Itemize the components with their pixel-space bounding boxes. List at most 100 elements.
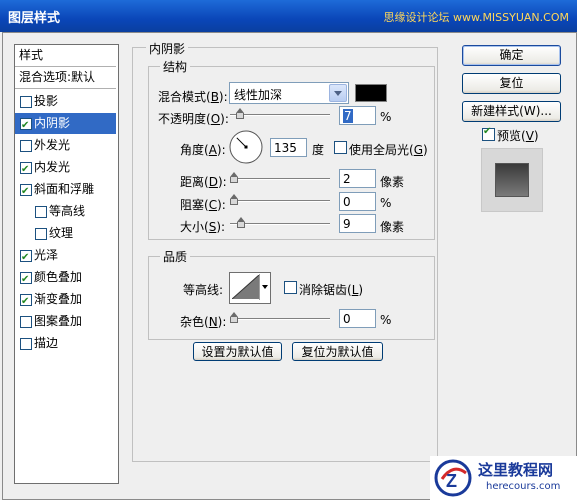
style-item-label: 描边 — [34, 336, 59, 350]
blend-mode-value: 线性加深 — [234, 88, 283, 102]
style-list-header-label: 样式 — [19, 48, 44, 62]
style-item-label: 斜面和浮雕 — [34, 182, 95, 196]
structure-title: 结构 — [160, 58, 191, 75]
style-item-label: 颜色叠加 — [34, 270, 83, 284]
opacity-slider[interactable] — [230, 108, 330, 122]
style-item-label: 图案叠加 — [34, 314, 83, 328]
style-item-checkbox[interactable] — [20, 269, 32, 290]
slider-track — [230, 114, 330, 116]
style-item[interactable]: 投影 — [15, 91, 116, 112]
style-item[interactable]: 内阴影 — [15, 113, 116, 136]
style-item-checkbox[interactable] — [20, 96, 32, 108]
chevron-down-icon[interactable] — [259, 274, 269, 300]
global-light-label[interactable]: 使用全局光(G) — [349, 141, 428, 158]
style-item-label: 纹理 — [49, 226, 74, 240]
size-label: 大小(S): — [180, 220, 226, 234]
opacity-label: 不透明度(O): — [158, 112, 229, 126]
style-item[interactable]: 斜面和浮雕 — [15, 179, 116, 202]
slider-track — [230, 200, 330, 202]
angle-unit: 度 — [312, 143, 325, 157]
slider-thumb[interactable] — [236, 108, 245, 119]
site-logo: Z 这里教程网 herecours.com — [430, 456, 577, 500]
layer-style-dialog: 图层样式 思缘设计论坛 www.MISSYUAN.COM 样式 混合选项:默认 … — [0, 0, 577, 500]
style-item-label: 外发光 — [34, 138, 71, 152]
slider-thumb[interactable] — [237, 217, 246, 228]
preview-label[interactable]: 预览(V) — [497, 127, 539, 144]
reset-default-button[interactable]: 复位为默认值 — [292, 342, 383, 361]
contour-label: 等高线: — [183, 283, 224, 297]
distance-label: 距离(D): — [180, 175, 227, 189]
style-list: 样式 混合选项:默认 投影内阴影外发光内发光斜面和浮雕等高线纹理光泽颜色叠加渐变… — [14, 44, 119, 484]
antialias-label[interactable]: 消除锯齿(L) — [299, 281, 363, 298]
preview-checkbox[interactable] — [482, 126, 495, 141]
style-item[interactable]: 颜色叠加 — [15, 267, 116, 290]
shadow-color-swatch[interactable] — [355, 84, 387, 102]
slider-thumb[interactable] — [230, 312, 239, 323]
watermark-text: 思缘设计论坛 www.MISSYUAN.COM — [383, 11, 569, 24]
logo-name: 这里教程网 — [478, 461, 554, 479]
style-item[interactable]: 纹理 — [15, 223, 116, 244]
set-default-button[interactable]: 设置为默认值 — [193, 342, 282, 361]
style-item-checkbox[interactable] — [35, 228, 47, 240]
noise-unit: % — [380, 313, 392, 327]
style-item[interactable]: 图案叠加 — [15, 311, 116, 332]
contour-picker[interactable] — [229, 272, 271, 304]
logo-url: herecours.com — [486, 481, 561, 492]
slider-thumb[interactable] — [230, 172, 239, 183]
contour-curve-icon — [232, 275, 259, 299]
window-title: 图层样式 — [8, 11, 61, 26]
blend-mode-select[interactable]: 线性加深 — [229, 82, 349, 104]
global-light-checkbox[interactable] — [334, 141, 347, 154]
title-bar[interactable]: 图层样式 思缘设计论坛 www.MISSYUAN.COM — [0, 0, 577, 32]
style-item-checkbox[interactable] — [20, 247, 32, 268]
blend-options-label: 混合选项:默认 — [19, 70, 96, 84]
style-item-checkbox[interactable] — [20, 291, 32, 312]
noise-input[interactable]: 0 — [339, 309, 376, 328]
style-item-label: 内发光 — [34, 160, 71, 174]
style-item[interactable]: 光泽 — [15, 245, 116, 268]
blend-mode-label: 混合模式(B): — [158, 90, 228, 104]
chevron-down-icon[interactable] — [329, 84, 347, 102]
new-style-button[interactable]: 新建样式(W)... — [462, 101, 561, 122]
style-item-label: 内阴影 — [34, 116, 71, 130]
style-item-label: 光泽 — [34, 248, 59, 262]
style-item-checkbox[interactable] — [20, 181, 32, 202]
blend-options-item[interactable]: 混合选项:默认 — [15, 67, 116, 89]
style-item-checkbox[interactable] — [20, 338, 32, 350]
style-item-checkbox[interactable] — [20, 115, 32, 136]
style-list-header[interactable]: 样式 — [15, 45, 116, 67]
style-item-label: 等高线 — [49, 204, 86, 218]
choke-unit: % — [380, 196, 392, 210]
noise-slider[interactable] — [230, 312, 330, 326]
ok-button[interactable]: 确定 — [462, 45, 561, 66]
choke-label: 阻塞(C): — [180, 198, 226, 212]
slider-track — [230, 178, 330, 180]
quality-title: 品质 — [160, 248, 191, 265]
style-item[interactable]: 等高线 — [15, 201, 116, 222]
style-item[interactable]: 渐变叠加 — [15, 289, 116, 312]
opacity-input[interactable]: 7 — [339, 106, 376, 125]
style-item-checkbox[interactable] — [35, 206, 47, 218]
style-item[interactable]: 内发光 — [15, 157, 116, 180]
style-item-label: 投影 — [34, 94, 59, 108]
noise-label: 杂色(N): — [180, 315, 227, 329]
distance-slider[interactable] — [230, 172, 330, 186]
style-item-checkbox[interactable] — [20, 316, 32, 328]
size-input[interactable]: 9 — [339, 214, 376, 233]
style-item[interactable]: 描边 — [15, 333, 116, 354]
style-item[interactable]: 外发光 — [15, 135, 116, 156]
choke-slider[interactable] — [230, 194, 330, 208]
style-item-checkbox[interactable] — [20, 140, 32, 152]
angle-dial[interactable] — [228, 129, 264, 165]
slider-track — [230, 318, 330, 320]
size-slider[interactable] — [230, 217, 330, 231]
slider-thumb[interactable] — [230, 194, 239, 205]
angle-input[interactable]: 135 — [270, 138, 307, 157]
choke-input[interactable]: 0 — [339, 192, 376, 211]
antialias-checkbox[interactable] — [284, 281, 297, 294]
preview-swatch — [495, 163, 529, 197]
style-preview — [481, 148, 543, 212]
distance-input[interactable]: 2 — [339, 169, 376, 188]
reset-button[interactable]: 复位 — [462, 73, 561, 94]
style-item-checkbox[interactable] — [20, 159, 32, 180]
